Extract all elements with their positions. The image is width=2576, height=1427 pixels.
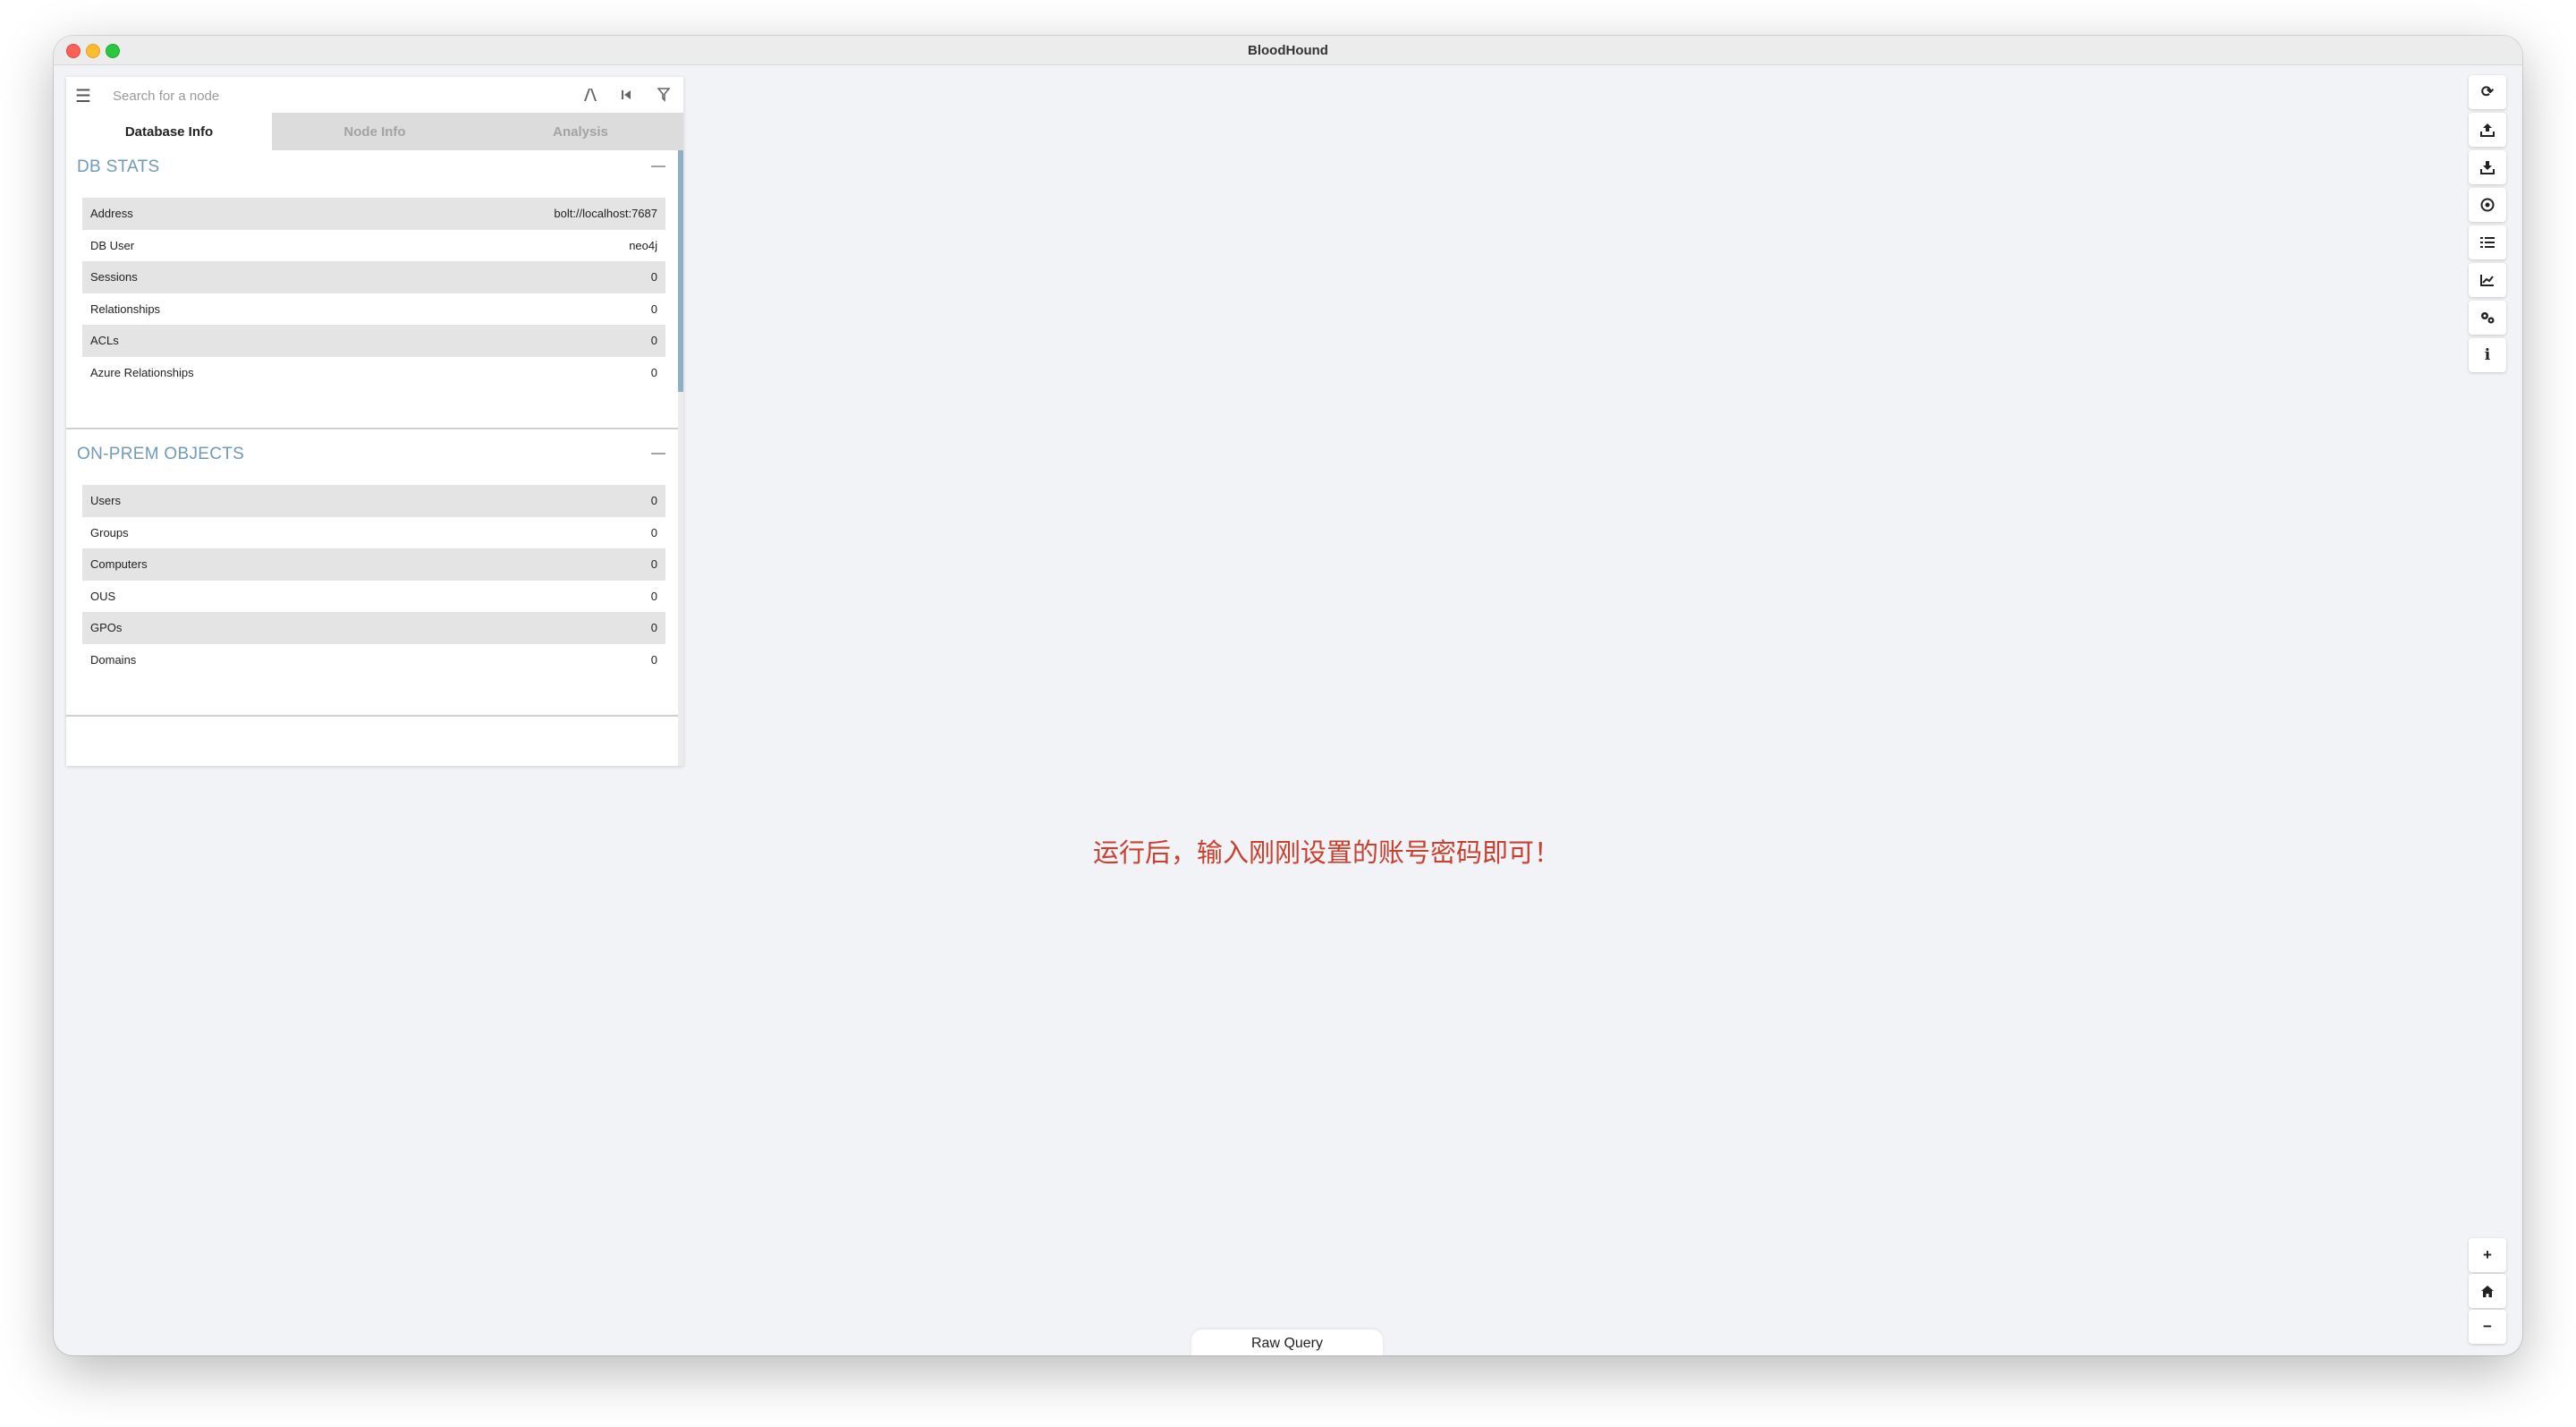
info-button[interactable]: i xyxy=(2469,338,2506,372)
window-title: BloodHound xyxy=(1248,43,1328,58)
stat-label: OUS xyxy=(90,589,116,603)
upload-button[interactable] xyxy=(2469,113,2506,147)
scrollbar-thumb[interactable] xyxy=(678,150,683,392)
db-stats-table: Address bolt://localhost:7687 DB User ne… xyxy=(82,198,665,388)
annotation-text: 运行后，输入刚刚设置的账号密码即可！ xyxy=(1093,837,1561,868)
db-stats-header[interactable]: DB STATS xyxy=(77,154,667,181)
stat-value: 0 xyxy=(650,589,657,603)
target-button[interactable] xyxy=(2469,188,2506,222)
download-icon xyxy=(2480,161,2495,174)
zoom-in-button[interactable]: + xyxy=(2469,1238,2506,1272)
stat-label: Azure Relationships xyxy=(90,365,194,379)
stat-value: bolt://localhost:7687 xyxy=(554,207,657,221)
stat-value: 0 xyxy=(650,302,657,316)
search-input[interactable] xyxy=(111,84,580,107)
panel-scrollbar[interactable] xyxy=(678,150,683,766)
onprem-objects-header[interactable]: ON-PREM OBJECTS xyxy=(77,441,667,468)
stat-row-computers: Computers 0 xyxy=(82,548,665,581)
target-icon xyxy=(2480,198,2495,212)
stat-row-relationships: Relationships 0 xyxy=(82,293,665,326)
refresh-icon: ⟳ xyxy=(2480,83,2495,100)
queries-button[interactable] xyxy=(2469,225,2506,259)
section-divider xyxy=(66,715,678,717)
database-info-panel: ☰ Database Info Node Info Analysis DB ST… xyxy=(66,77,683,766)
stat-row-gpos: GPOs 0 xyxy=(82,612,665,644)
settings-icon xyxy=(2481,312,2495,324)
pathfinding-icon[interactable] xyxy=(581,86,599,104)
section-title: ON-PREM OBJECTS xyxy=(77,445,245,463)
stat-value: 0 xyxy=(650,334,657,348)
stat-value: 0 xyxy=(650,525,657,539)
raw-query-toggle[interactable]: Raw Query xyxy=(1191,1329,1383,1355)
stat-row-ous: OUS 0 xyxy=(82,581,665,613)
stat-label: DB User xyxy=(90,238,135,252)
onprem-objects-table: Users 0 Groups 0 Computers 0 OUS 0 GPOs xyxy=(82,485,665,675)
info-icon: i xyxy=(2484,346,2491,364)
tab-analysis[interactable]: Analysis xyxy=(478,113,683,150)
stat-value: neo4j xyxy=(629,238,657,252)
collapse-icon[interactable] xyxy=(651,166,665,167)
back-icon[interactable] xyxy=(617,86,635,104)
stat-label: Sessions xyxy=(90,270,138,285)
hamburger-menu-icon[interactable]: ☰ xyxy=(75,85,91,107)
stat-row-azure-relationships: Azure Relationships 0 xyxy=(82,357,665,389)
tab-node-info[interactable]: Node Info xyxy=(272,113,478,150)
panel-tabs: Database Info Node Info Analysis xyxy=(66,113,683,150)
chart-icon xyxy=(2480,275,2494,286)
title-bar: BloodHound xyxy=(54,36,2522,65)
settings-button[interactable] xyxy=(2469,301,2506,335)
stat-row-acls: ACLs 0 xyxy=(82,325,665,357)
filter-icon[interactable] xyxy=(655,86,673,104)
section-title: DB STATS xyxy=(77,157,160,176)
stat-value: 0 xyxy=(650,365,657,379)
stat-row-groups: Groups 0 xyxy=(82,517,665,549)
chart-button[interactable] xyxy=(2469,263,2506,297)
stat-value: 0 xyxy=(650,494,657,508)
search-bar: ☰ xyxy=(66,77,683,113)
stat-label: GPOs xyxy=(90,621,123,635)
stat-label: Domains xyxy=(90,652,137,667)
stat-value: 0 xyxy=(650,270,657,285)
home-icon xyxy=(2481,1285,2494,1297)
stat-label: Groups xyxy=(90,525,129,539)
stat-label: ACLs xyxy=(90,334,119,348)
stat-row-users: Users 0 xyxy=(82,485,665,517)
stat-label: Address xyxy=(90,207,133,221)
tab-database-info[interactable]: Database Info xyxy=(66,113,272,150)
panel-content: DB STATS Address bolt://localhost:7687 D… xyxy=(66,150,678,766)
stat-row-domains: Domains 0 xyxy=(82,644,665,676)
zoom-out-button[interactable]: − xyxy=(2469,1310,2506,1344)
stat-value: 0 xyxy=(650,557,657,572)
zoom-in-icon: + xyxy=(2483,1246,2492,1263)
stat-label: Users xyxy=(90,494,121,508)
download-button[interactable] xyxy=(2469,150,2506,184)
stat-row-db-user: DB User neo4j xyxy=(82,230,665,262)
stat-value: 0 xyxy=(650,621,657,635)
stat-value: 0 xyxy=(650,652,657,667)
query-list-icon xyxy=(2480,237,2495,248)
stat-row-address: Address bolt://localhost:7687 xyxy=(82,198,665,230)
zoom-out-icon: − xyxy=(2483,1318,2492,1335)
stat-row-sessions: Sessions 0 xyxy=(82,261,665,293)
refresh-button[interactable]: ⟳ xyxy=(2469,75,2506,109)
app-window: BloodHound ☰ Database Info Node Info Ana… xyxy=(54,36,2522,1355)
collapse-icon[interactable] xyxy=(651,453,665,454)
stat-label: Relationships xyxy=(90,302,161,316)
section-divider xyxy=(66,428,678,429)
upload-icon xyxy=(2480,123,2495,137)
stat-label: Computers xyxy=(90,557,148,572)
home-button[interactable] xyxy=(2469,1274,2506,1308)
